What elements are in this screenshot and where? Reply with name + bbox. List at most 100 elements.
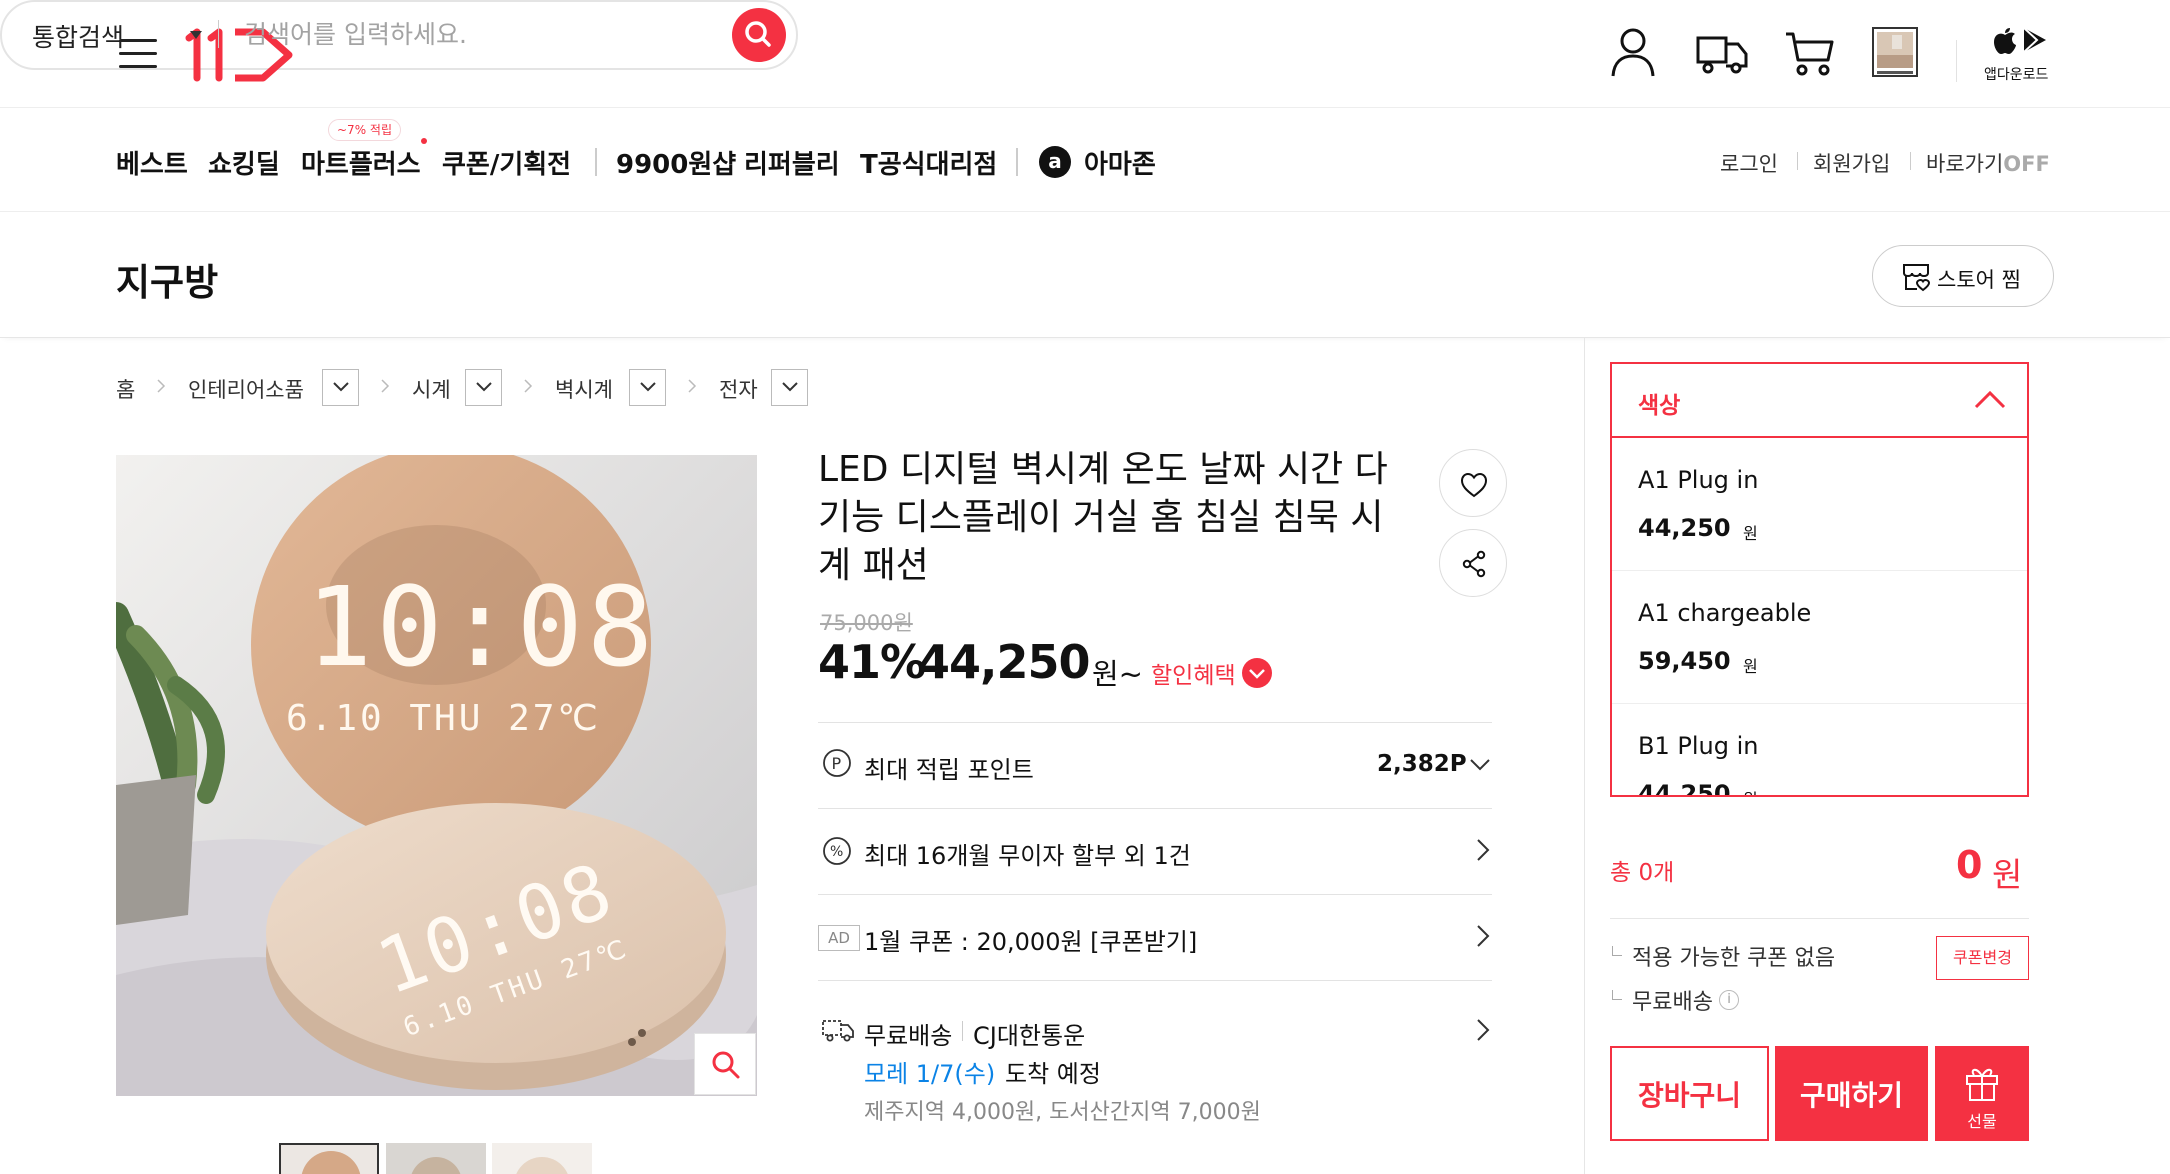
option-price: 59,450	[1638, 647, 1731, 675]
gift-button[interactable]: 선물	[1935, 1046, 2029, 1141]
chevron-right-icon	[1477, 925, 1490, 947]
breadcrumb-item[interactable]: 시계	[412, 374, 451, 404]
search-divider	[218, 20, 219, 48]
shipping-divider	[962, 1021, 963, 1041]
store-name[interactable]: 지구방	[116, 252, 218, 306]
nav-divider	[1016, 148, 1018, 176]
signup-link[interactable]: 회원가입	[1813, 148, 1890, 178]
truck-icon[interactable]	[1696, 26, 1748, 78]
shipping-date: 모레 1/7(수)	[864, 1060, 996, 1088]
breadcrumb-dropdown[interactable]	[465, 369, 502, 406]
ad-badge: AD	[818, 925, 860, 951]
shipping-extra-fee: 제주지역 4,000원, 도서산간지역 7,000원	[864, 1100, 1261, 1125]
search-input[interactable]	[244, 14, 704, 54]
divider	[818, 894, 1492, 895]
nav-item-mart-plus[interactable]: 마트플러스	[301, 144, 421, 181]
option-item[interactable]: A1 chargeable 59,450 원	[1612, 571, 2027, 704]
option-unit: 원	[1743, 657, 1758, 676]
caret-down-icon[interactable]	[190, 31, 202, 39]
option-item[interactable]: A1 Plug in 44,250 원	[1612, 438, 2027, 571]
search-category-select[interactable]: 통합검색	[32, 18, 124, 54]
breadcrumb-item[interactable]: 벽시계	[555, 374, 613, 404]
points-label: 최대 적립 포인트	[864, 756, 1034, 784]
zoom-icon	[712, 1051, 740, 1079]
option-header-label: 색상	[1638, 393, 1681, 419]
nav-item-coupon[interactable]: 쿠폰/기획전	[442, 144, 571, 181]
new-dot-indicator	[421, 138, 427, 144]
option-item[interactable]: B1 Plug in 44,250 원	[1612, 704, 2027, 797]
play-store-icon[interactable]	[2022, 26, 2048, 54]
breadcrumb-dropdown[interactable]	[629, 369, 666, 406]
zoom-button[interactable]	[694, 1033, 756, 1095]
shortcut-state: OFF	[2003, 152, 2050, 176]
product-thumbnail[interactable]	[492, 1143, 592, 1174]
gift-icon	[1966, 1068, 1998, 1101]
category-nav: 베스트 쇼킹딜 ~7% 적립 마트플러스 쿠폰/기획전 9900원샵 리퍼블리 …	[0, 108, 2170, 212]
product-thumbnail[interactable]	[386, 1143, 486, 1174]
breadcrumb-home[interactable]: 홈	[116, 374, 135, 404]
option-header[interactable]: 색상	[1612, 364, 2027, 438]
option-unit: 원	[1743, 524, 1758, 543]
apple-icon[interactable]	[1991, 23, 2019, 55]
coupon-change-button[interactable]: 쿠폰변경	[1936, 936, 2029, 980]
recent-item-icon[interactable]	[1872, 27, 1918, 79]
share-button[interactable]	[1439, 529, 1507, 597]
shortcut-label: 바로가기	[1926, 152, 2004, 176]
delivery-icon	[822, 1020, 854, 1042]
percent-icon: %	[823, 837, 851, 865]
heart-icon	[1460, 472, 1488, 498]
discount-rate: 41%	[818, 635, 926, 689]
cart-icon[interactable]	[1784, 26, 1834, 78]
buy-now-button[interactable]: 구매하기	[1775, 1046, 1928, 1141]
sale-price: 44,250	[918, 635, 1091, 689]
nav-item-amazon[interactable]: 아마존	[1084, 144, 1156, 181]
divider	[818, 722, 1492, 723]
user-icon[interactable]	[1610, 26, 1656, 78]
breadcrumb-dropdown[interactable]	[771, 369, 808, 406]
shipping-carrier: CJ대한통운	[973, 1022, 1086, 1050]
nav-item-9900-shop[interactable]: 9900원샵	[616, 144, 736, 181]
free-shipping-note: 무료배송	[1632, 990, 1713, 1015]
nav-item-t-official[interactable]: T공식대리점	[860, 144, 997, 181]
nav-item-shocking-deal[interactable]: 쇼킹딜	[208, 144, 280, 181]
login-link[interactable]: 로그인	[1720, 148, 1778, 178]
chevron-right-icon	[524, 379, 533, 393]
option-price: 44,250	[1638, 514, 1731, 542]
product-thumbnail[interactable]	[279, 1143, 379, 1174]
amazon-logo-icon[interactable]: a	[1039, 146, 1071, 178]
breadcrumb-item[interactable]: 인테리어소품	[188, 374, 304, 404]
coupon-label: 1월 쿠폰 : 20,000원 [쿠폰받기]	[864, 928, 1198, 956]
util-divider	[1797, 152, 1798, 170]
panel-divider	[1584, 338, 1585, 1174]
breadcrumb-item[interactable]: 전자	[719, 374, 758, 404]
wishlist-button[interactable]	[1439, 449, 1507, 517]
original-price: 75,000원	[820, 611, 913, 635]
divider	[1610, 918, 2029, 919]
search-button[interactable]	[732, 8, 786, 62]
discount-benefit-link[interactable]: 할인혜택	[1151, 656, 1236, 690]
util-divider	[1910, 152, 1911, 170]
shortcut-toggle[interactable]: 바로가기OFF	[1926, 148, 2050, 178]
points-value: 2,382P	[1377, 751, 1467, 777]
sub-bullet	[1612, 990, 1622, 1000]
info-icon[interactable]: i	[1719, 990, 1739, 1010]
chevron-up-icon	[1974, 390, 2006, 409]
store-bar: 지구방 스토어 찜	[0, 212, 2170, 338]
store-zzim-button[interactable]: 스토어 찜	[1872, 245, 2054, 307]
product-main-image[interactable]: 10:08 6.10 THU 27℃ 10:08 6.10 THU 27℃	[116, 455, 757, 1096]
app-download-label[interactable]: 앱다운로드	[1984, 64, 2048, 84]
breadcrumb-dropdown[interactable]	[322, 369, 359, 406]
price-unit: 원~	[1092, 657, 1143, 691]
svg-text:P: P	[832, 754, 842, 773]
svg-text:%: %	[830, 844, 843, 860]
gift-label: 선물	[1967, 1112, 1997, 1131]
nav-item-best[interactable]: 베스트	[116, 144, 188, 181]
option-price: 44,250	[1638, 780, 1731, 797]
product-photo: 10:08 6.10 THU 27℃ 10:08 6.10 THU 27℃	[116, 455, 757, 1096]
total-price-unit: 원	[1992, 855, 2023, 894]
divider	[818, 980, 1492, 981]
sub-bullet	[1612, 946, 1622, 956]
add-to-cart-button[interactable]: 장바구니	[1610, 1046, 1769, 1141]
nav-item-refurbly[interactable]: 리퍼블리	[744, 144, 840, 181]
chevron-down-circle-icon[interactable]	[1242, 658, 1272, 688]
